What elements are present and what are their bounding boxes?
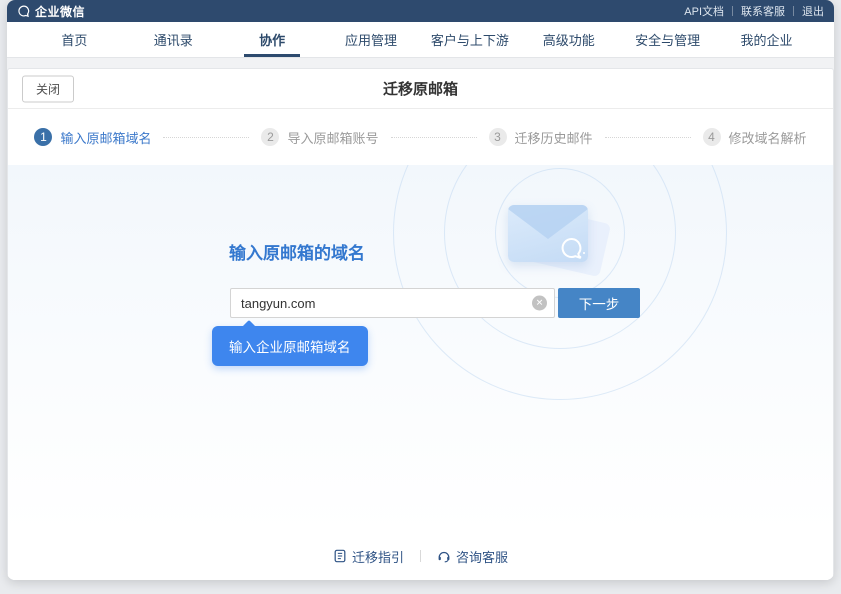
brand: 企业微信 xyxy=(17,3,85,20)
nav-item-advanced[interactable]: 高级功能 xyxy=(519,22,618,57)
step-1-label: 输入原邮箱域名 xyxy=(60,128,151,147)
nav-item-home[interactable]: 首页 xyxy=(25,22,124,57)
contact-support-footer-label: 咨询客服 xyxy=(456,547,508,566)
step-3-label: 迁移历史邮件 xyxy=(515,128,593,147)
migration-card: 关闭 迁移原邮箱 1 输入原邮箱域名 2 导入原邮箱账号 3 迁移历史邮件 4 … xyxy=(7,68,834,580)
step-2-label: 导入原邮箱账号 xyxy=(287,128,378,147)
nav-item-security[interactable]: 安全与管理 xyxy=(618,22,717,57)
migration-guide-link[interactable]: 迁移指引 xyxy=(333,547,404,566)
wecom-bubble-icon xyxy=(17,4,31,18)
step-3-number: 3 xyxy=(489,128,507,146)
topbar-separator xyxy=(732,6,733,16)
domain-form: ✕ 下一步 xyxy=(230,288,640,318)
footer-separator xyxy=(420,550,421,562)
contact-support-footer-link[interactable]: 咨询客服 xyxy=(437,547,508,566)
api-docs-link[interactable]: API文档 xyxy=(684,3,724,19)
step-connector xyxy=(163,137,249,138)
input-tooltip: 输入企业原邮箱域名 xyxy=(212,326,368,366)
step-4-label: 修改域名解析 xyxy=(729,128,807,147)
card-header: 关闭 迁移原邮箱 xyxy=(8,69,833,109)
topbar-separator xyxy=(793,6,794,16)
next-step-button[interactable]: 下一步 xyxy=(558,288,640,318)
brand-label: 企业微信 xyxy=(35,3,85,20)
step-1: 1 输入原邮箱域名 xyxy=(34,128,151,147)
wecom-bubble-on-envelope xyxy=(563,239,585,258)
close-button[interactable]: 关闭 xyxy=(22,75,74,102)
card-footer: 迁移指引 咨询客服 xyxy=(8,532,833,580)
nav-item-collaboration[interactable]: 协作 xyxy=(223,22,322,57)
headset-icon xyxy=(437,549,451,563)
contact-support-link[interactable]: 联系客服 xyxy=(741,3,785,19)
nav-card-gap xyxy=(7,58,834,68)
migration-guide-label: 迁移指引 xyxy=(352,547,404,566)
nav-item-customers[interactable]: 客户与上下游 xyxy=(421,22,520,57)
step-connector xyxy=(391,137,477,138)
page-title: 迁移原邮箱 xyxy=(383,78,458,99)
step-4: 4 修改域名解析 xyxy=(703,128,807,147)
nav-item-apps[interactable]: 应用管理 xyxy=(322,22,421,57)
step-3: 3 迁移历史邮件 xyxy=(489,128,593,147)
active-tab-underline xyxy=(244,54,300,57)
document-icon xyxy=(333,549,347,563)
step-connector xyxy=(605,137,691,138)
step-content: 输入原邮箱的域名 ✕ 下一步 输入企业原邮箱域名 xyxy=(8,165,833,532)
app-window: 企业微信 API文档 联系客服 退出 首页 通讯录 协作 应用管理 客户与上下游… xyxy=(7,0,834,580)
logout-link[interactable]: 退出 xyxy=(802,3,824,19)
form-heading: 输入原邮箱的域名 xyxy=(229,239,365,264)
nav-item-my-company[interactable]: 我的企业 xyxy=(717,22,816,57)
topbar-links: API文档 联系客服 退出 xyxy=(684,3,824,19)
nav-item-contacts[interactable]: 通讯录 xyxy=(124,22,223,57)
main-nav: 首页 通讯录 协作 应用管理 客户与上下游 高级功能 安全与管理 我的企业 xyxy=(7,22,834,58)
domain-input-wrap: ✕ xyxy=(230,288,555,318)
step-2-number: 2 xyxy=(261,128,279,146)
envelope-illustration xyxy=(508,205,588,262)
nav-item-label: 协作 xyxy=(259,30,285,49)
domain-input[interactable] xyxy=(230,288,555,318)
topbar: 企业微信 API文档 联系客服 退出 xyxy=(7,0,834,22)
step-2: 2 导入原邮箱账号 xyxy=(261,128,378,147)
step-4-number: 4 xyxy=(703,128,721,146)
step-1-number: 1 xyxy=(34,128,52,146)
step-indicator: 1 输入原邮箱域名 2 导入原邮箱账号 3 迁移历史邮件 4 修改域名解析 xyxy=(8,109,833,165)
clear-input-icon[interactable]: ✕ xyxy=(532,296,547,311)
